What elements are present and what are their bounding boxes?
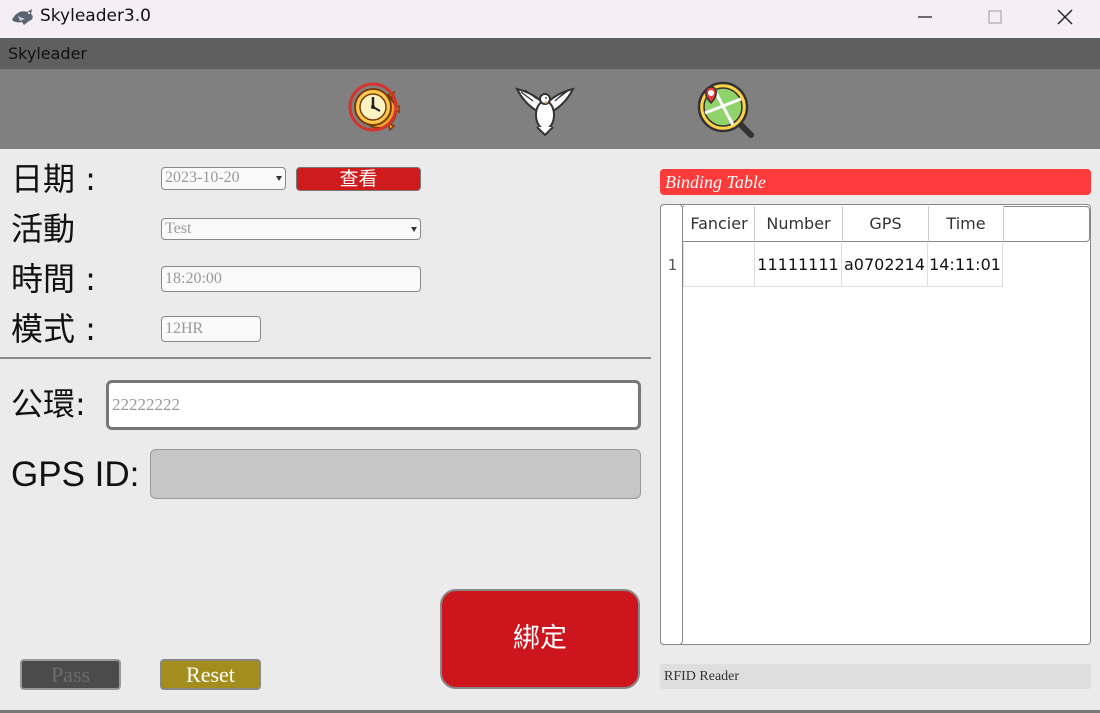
schedule-tool-button[interactable] — [343, 77, 407, 141]
title-bar: Skyleader3.0 — [0, 0, 1100, 38]
section-divider — [0, 357, 651, 359]
view-button[interactable]: 查看 — [296, 167, 421, 191]
date-select[interactable]: 2023-10-20 — [161, 167, 286, 190]
cell-fancier[interactable] — [683, 243, 755, 287]
column-header-gps[interactable]: GPS — [843, 206, 929, 242]
minimize-icon — [918, 16, 932, 18]
time-field[interactable]: 18:20:00 — [161, 266, 421, 292]
row-number: 1 — [667, 256, 678, 274]
time-label: 時間 : — [11, 260, 96, 298]
mode-label: 模式 : — [11, 310, 96, 348]
cell-number[interactable]: 11111111 — [755, 243, 842, 287]
toolbar — [0, 69, 1100, 149]
pass-button[interactable]: Pass — [20, 659, 121, 690]
maximize-button[interactable] — [960, 0, 1030, 34]
binding-table-title: Binding Table — [660, 169, 1091, 195]
pigeon-tool-button[interactable] — [513, 77, 577, 141]
minimize-button[interactable] — [890, 0, 960, 34]
clock-gear-icon — [348, 82, 400, 132]
date-label: 日期 : — [11, 160, 96, 198]
rfid-reader-status: RFID Reader — [660, 664, 1091, 689]
chevron-down-icon — [276, 176, 282, 181]
maximize-icon — [988, 10, 1002, 24]
column-header-time[interactable]: Time — [929, 206, 1004, 242]
window-title: Skyleader3.0 — [40, 6, 151, 26]
date-value: 2023-10-20 — [165, 169, 240, 186]
ring-label: 公環: — [11, 385, 86, 423]
mode-field[interactable]: 12HR — [161, 316, 261, 342]
column-header-fancier[interactable]: Fancier — [684, 206, 755, 242]
activity-label: 活動 — [11, 210, 76, 248]
cell-gps[interactable]: a0702214 — [842, 243, 928, 287]
reset-button[interactable]: Reset — [160, 659, 261, 690]
chevron-down-icon — [411, 227, 417, 232]
map-search-icon — [697, 81, 754, 138]
activity-select[interactable]: Test — [161, 218, 421, 240]
activity-value: Test — [165, 220, 192, 237]
dove-icon — [515, 87, 575, 137]
column-header-number[interactable]: Number — [755, 206, 843, 242]
close-button[interactable] — [1030, 0, 1100, 34]
menu-skyleader[interactable]: Skyleader — [8, 44, 87, 63]
close-icon — [1057, 9, 1073, 25]
map-tool-button[interactable] — [693, 77, 757, 141]
gps-id-label: GPS ID: — [11, 455, 140, 494]
ring-number-input[interactable]: 22222222 — [106, 380, 641, 430]
menu-bar: Skyleader — [0, 38, 1100, 69]
cell-time[interactable]: 14:11:01 — [928, 243, 1003, 287]
pigeon-icon — [12, 9, 33, 25]
bind-button[interactable]: 綁定 — [440, 589, 640, 689]
gps-id-field[interactable] — [150, 449, 641, 499]
